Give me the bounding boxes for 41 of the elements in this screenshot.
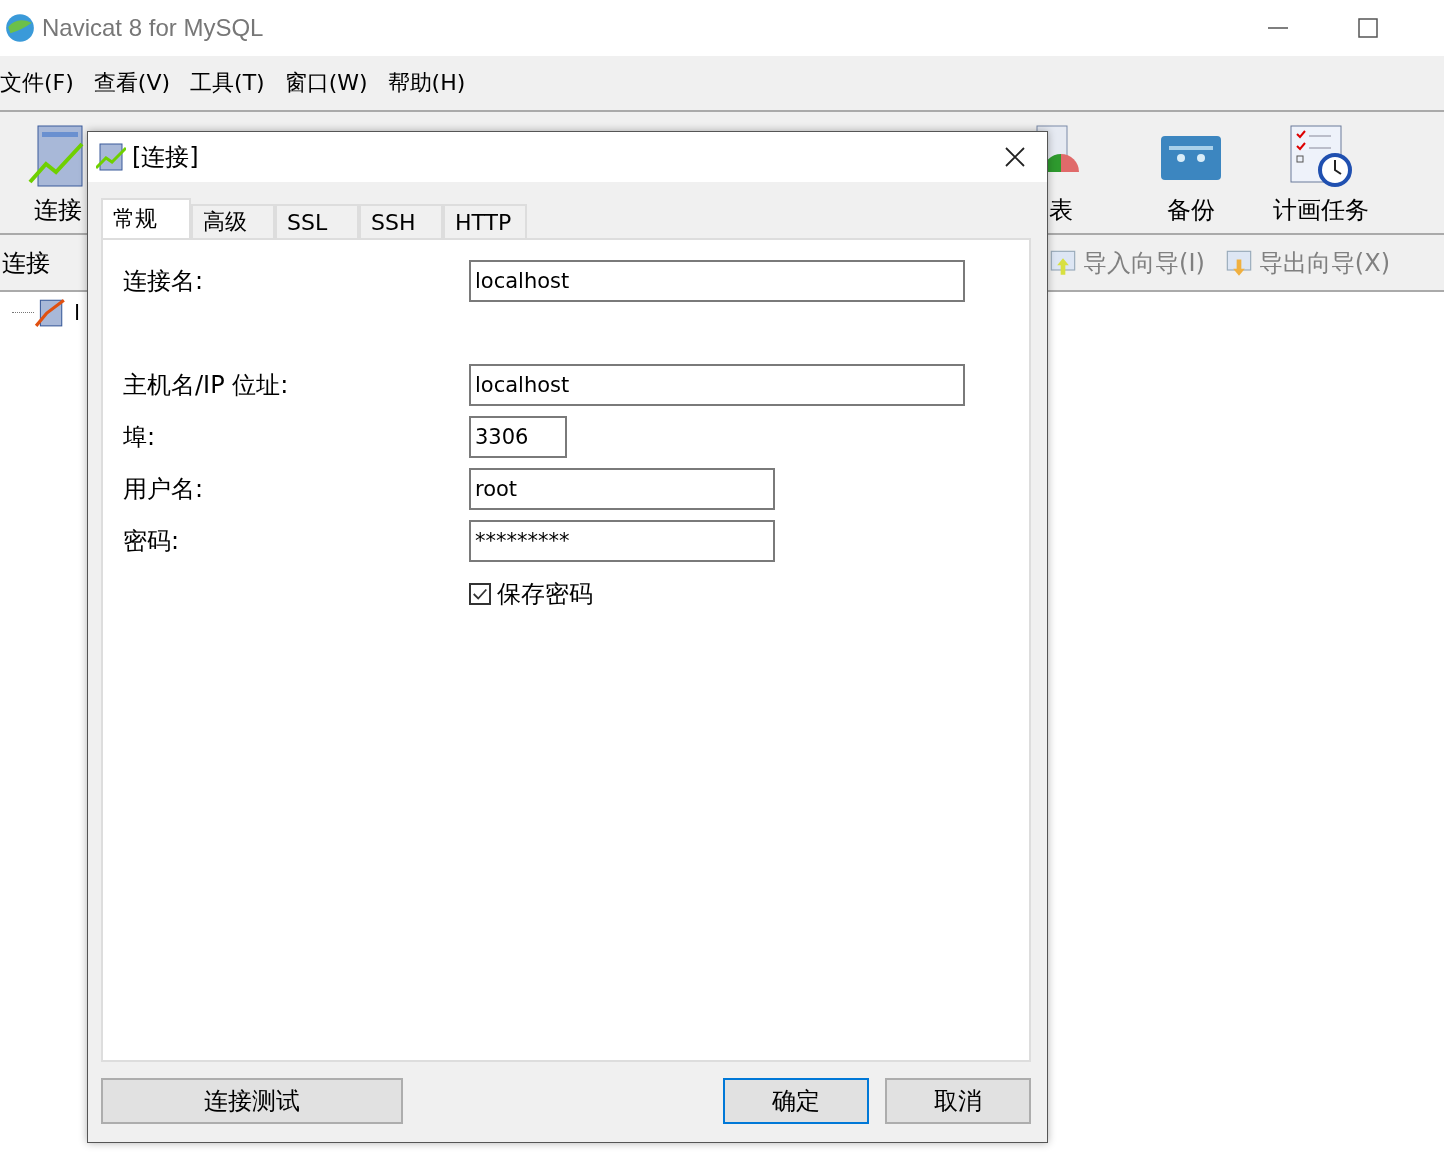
field-label: 用户名: — [123, 474, 205, 505]
menu-item[interactable]: 文件(F) — [0, 68, 74, 98]
toolbar-label[interactable]: 备份 — [1167, 194, 1215, 226]
field-label: 连接名: — [123, 266, 205, 297]
input-field[interactable]: localhost — [469, 260, 965, 302]
cancel-button[interactable]: 取消 — [885, 1078, 1031, 1124]
checklist-clock-icon[interactable] — [1289, 124, 1353, 188]
ok-button[interactable]: 确定 — [723, 1078, 869, 1124]
close-icon[interactable] — [1005, 147, 1025, 167]
input-field[interactable]: ********* — [469, 520, 775, 562]
toolbar-label[interactable]: 计画任务 — [1273, 194, 1369, 226]
maximize-icon[interactable] — [1358, 18, 1378, 38]
tab[interactable]: SSH — [359, 204, 443, 238]
field-label: 密码: — [123, 526, 181, 557]
input-field[interactable]: root — [469, 468, 775, 510]
field-label: 埠: — [123, 422, 157, 453]
tab[interactable]: HTTP — [443, 204, 527, 238]
test-connection-button[interactable]: 连接测试 — [101, 1078, 403, 1124]
arrow-up-icon — [1049, 248, 1077, 277]
checkbox-label[interactable]: 保存密码 — [497, 578, 593, 610]
app-logo-icon — [4, 12, 36, 44]
panel-title: 连接 — [2, 247, 50, 279]
connection-icon — [34, 296, 66, 328]
toolbar-label[interactable]: 连接 — [34, 194, 82, 226]
input-field[interactable]: localhost — [469, 364, 965, 406]
tree-item[interactable]: l — [74, 299, 81, 325]
field-label: 主机名/IP 位址: — [123, 370, 290, 401]
dialog-title: [连接] — [132, 142, 199, 173]
input-field[interactable]: 3306 — [469, 416, 567, 458]
arrow-down-icon — [1224, 248, 1253, 277]
menu-item[interactable]: 窗口(W) — [284, 68, 368, 98]
toolbar-label[interactable]: 表 — [1049, 194, 1073, 226]
tab[interactable]: SSL — [275, 204, 359, 238]
menu-item[interactable]: 工具(T) — [190, 68, 265, 98]
menu-item[interactable]: 帮助(H) — [387, 68, 466, 98]
tab[interactable]: 高级 — [191, 204, 275, 238]
window-title: Navicat 8 for MySQL — [42, 14, 264, 42]
tab[interactable]: 常规 — [101, 198, 191, 238]
dialog-icon — [96, 142, 126, 172]
menu-item[interactable]: 查看(V) — [93, 68, 171, 98]
checkbox[interactable] — [469, 583, 491, 605]
